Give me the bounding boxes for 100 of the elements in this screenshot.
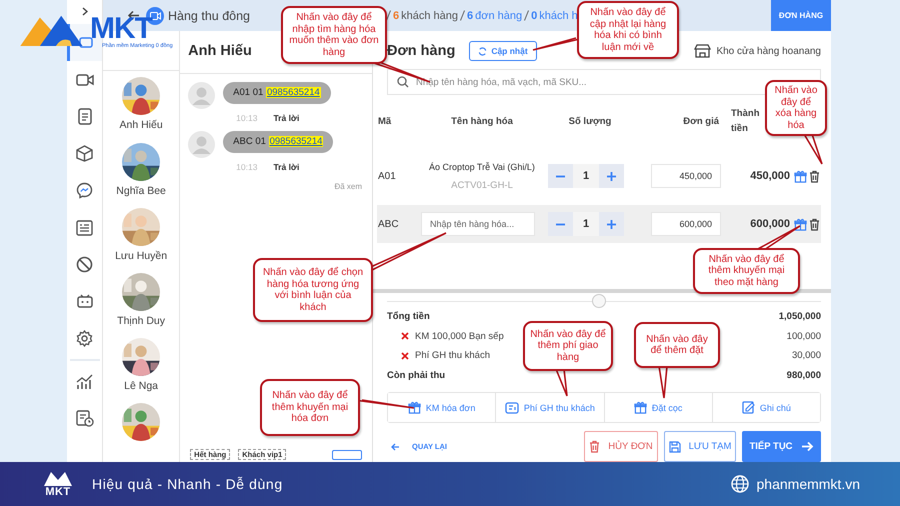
contact-name[interactable]: Thịnh Duy xyxy=(117,314,166,327)
message-bubble: ABC 01 0985635214 xyxy=(223,131,334,153)
delete-icon[interactable] xyxy=(808,218,820,230)
document-icon xyxy=(76,108,92,125)
callout: Nhấn vào đây để thêm phí giao hàng xyxy=(523,321,613,371)
order-row[interactable]: ABC Nhập tên hàng hóa... 1 600,000 600,000 xyxy=(377,205,821,243)
price-field[interactable]: 600,000 xyxy=(651,212,721,236)
expand-icon[interactable] xyxy=(82,7,88,16)
seen-status: Đã xem xyxy=(334,182,362,191)
callout: Nhấn vào đây để chọn hàng hóa tương ứng với bình luận của khách xyxy=(253,258,373,322)
settings-icon xyxy=(76,330,93,347)
chart-icon xyxy=(76,374,94,390)
update-button[interactable]: Cập nhật xyxy=(469,41,537,61)
product-name: Áo Croptop Trễ Vai (Ghi/L) xyxy=(429,162,535,172)
arrow-left-icon xyxy=(391,442,400,450)
reply-link[interactable]: Trả lời xyxy=(273,113,300,123)
pointer-line xyxy=(803,133,823,165)
gift-icon xyxy=(408,401,421,414)
save-draft-button[interactable]: LƯU TẠM xyxy=(664,431,736,462)
robot-icon xyxy=(76,294,94,309)
line-total: 600,000 xyxy=(750,218,790,230)
page-title: Hàng thu đông xyxy=(168,8,250,22)
stat-label: đơn hàng xyxy=(475,10,522,22)
price-field[interactable]: 450,000 xyxy=(651,164,721,188)
callout: Nhấn vào đây để nhập tìm hàng hóa muốn thêm vào đơn hàng xyxy=(281,6,387,64)
summary-value: 1,050,000 xyxy=(778,311,821,322)
column-header: Tên hàng hóa xyxy=(450,116,514,126)
callout: Nhấn vào đây để cập nhật lại hàng hóa khi có bình luận mới về xyxy=(577,1,679,59)
contact-name[interactable]: Anh Hiếu xyxy=(119,119,163,132)
stat-label: khách h xyxy=(539,10,578,22)
phone-link[interactable]: 0985635214 xyxy=(266,87,321,98)
card-icon xyxy=(504,402,519,414)
save-icon xyxy=(668,440,681,452)
pointer-line xyxy=(658,365,668,399)
avatar-icon xyxy=(188,82,216,109)
box-icon xyxy=(76,145,93,162)
footer-logo-text: MKT xyxy=(45,487,71,498)
contact-name[interactable]: Lê Nga xyxy=(124,380,158,392)
plus-icon xyxy=(607,220,616,228)
order-row[interactable]: A01 Áo Croptop Trễ Vai (Ghi/L) ACTV01-GH-L 1 450,000 450,000 xyxy=(377,147,821,205)
contact-name[interactable]: Nghĩa Bee xyxy=(116,184,166,196)
contact-name[interactable]: Lưu Huyền xyxy=(115,250,168,262)
separator-icon xyxy=(460,10,466,21)
remove-icon[interactable] xyxy=(401,352,409,360)
column-header: Thành tiền xyxy=(730,107,760,136)
delete-icon[interactable] xyxy=(808,170,820,182)
continue-button[interactable]: TIẾP TỤC xyxy=(742,431,821,462)
adjustment-label: KM 100,000 Bạn sếp xyxy=(415,330,504,342)
column-header: Số lượng xyxy=(568,116,612,126)
callout: Nhấn vào đây để thêm đặt xyxy=(634,322,720,368)
video-icon xyxy=(76,72,94,86)
stat-count: 0 xyxy=(531,10,538,22)
schedule-icon xyxy=(76,410,94,427)
block-icon xyxy=(76,256,93,273)
summary-label: Còn phải thu xyxy=(387,370,446,381)
line-total: 450,000 xyxy=(750,170,790,182)
messenger-icon xyxy=(76,182,93,199)
message-time: 10:13 xyxy=(236,162,258,172)
remove-icon[interactable] xyxy=(401,332,409,340)
callout: Nhấn vào đây để thêm khuyến mại hóa đơn xyxy=(260,379,360,436)
product-name-field[interactable]: Nhập tên hàng hóa... xyxy=(421,212,535,236)
quantity-value[interactable]: 1 xyxy=(573,164,599,188)
item-promo-icon xyxy=(794,218,807,230)
phone-link[interactable]: 0985635214 xyxy=(268,136,324,147)
column-header: Đơn giá xyxy=(682,116,720,126)
stat-count: 6 xyxy=(393,10,400,22)
website-link[interactable]: phanmemmkt.vn xyxy=(756,476,860,492)
chat-icon xyxy=(78,34,94,50)
orders-tab[interactable]: ĐƠN HÀNG xyxy=(771,0,831,31)
slogan: Hiệu quả - Nhanh - Dễ dùng xyxy=(92,476,283,492)
summary-label: Tổng tiền xyxy=(387,311,430,322)
separator-icon xyxy=(386,10,391,21)
adjustment-value: 100,000 xyxy=(786,330,821,342)
callout: Nhấn vào đây để xóa hàng hóa xyxy=(765,80,827,136)
plus-icon xyxy=(607,172,616,180)
product-sku: ACTV01-GH-L xyxy=(451,180,513,190)
order-title: Đơn hàng xyxy=(387,43,456,59)
collapse-toggle[interactable] xyxy=(592,294,606,308)
trash-icon xyxy=(589,440,600,453)
reply-link[interactable]: Trả lời xyxy=(273,162,300,172)
plus-button[interactable] xyxy=(599,164,624,188)
arrow-right-icon xyxy=(800,441,814,452)
plus-button[interactable] xyxy=(599,212,624,236)
cancel-button[interactable]: HỦY ĐƠN xyxy=(584,431,658,462)
summary-value: 980,000 xyxy=(786,370,821,381)
adjustment-label: Phí GH thu khách xyxy=(415,350,490,362)
logo-icon xyxy=(43,470,73,487)
refresh-icon xyxy=(478,46,488,56)
store-name: Kho cửa hàng hoanang xyxy=(716,46,821,56)
product-code: A01 xyxy=(377,170,397,182)
store-icon xyxy=(694,44,712,58)
item-promo-icon xyxy=(794,170,807,182)
note-icon xyxy=(742,401,755,414)
message-time: 10:13 xyxy=(236,113,258,123)
logo-text: MKT xyxy=(90,17,152,41)
quantity-value[interactable]: 1 xyxy=(573,212,599,236)
tag-dropdown[interactable] xyxy=(332,450,362,460)
product-code: ABC xyxy=(377,218,400,230)
avatar-icon xyxy=(188,131,216,158)
gift-icon xyxy=(634,401,647,414)
